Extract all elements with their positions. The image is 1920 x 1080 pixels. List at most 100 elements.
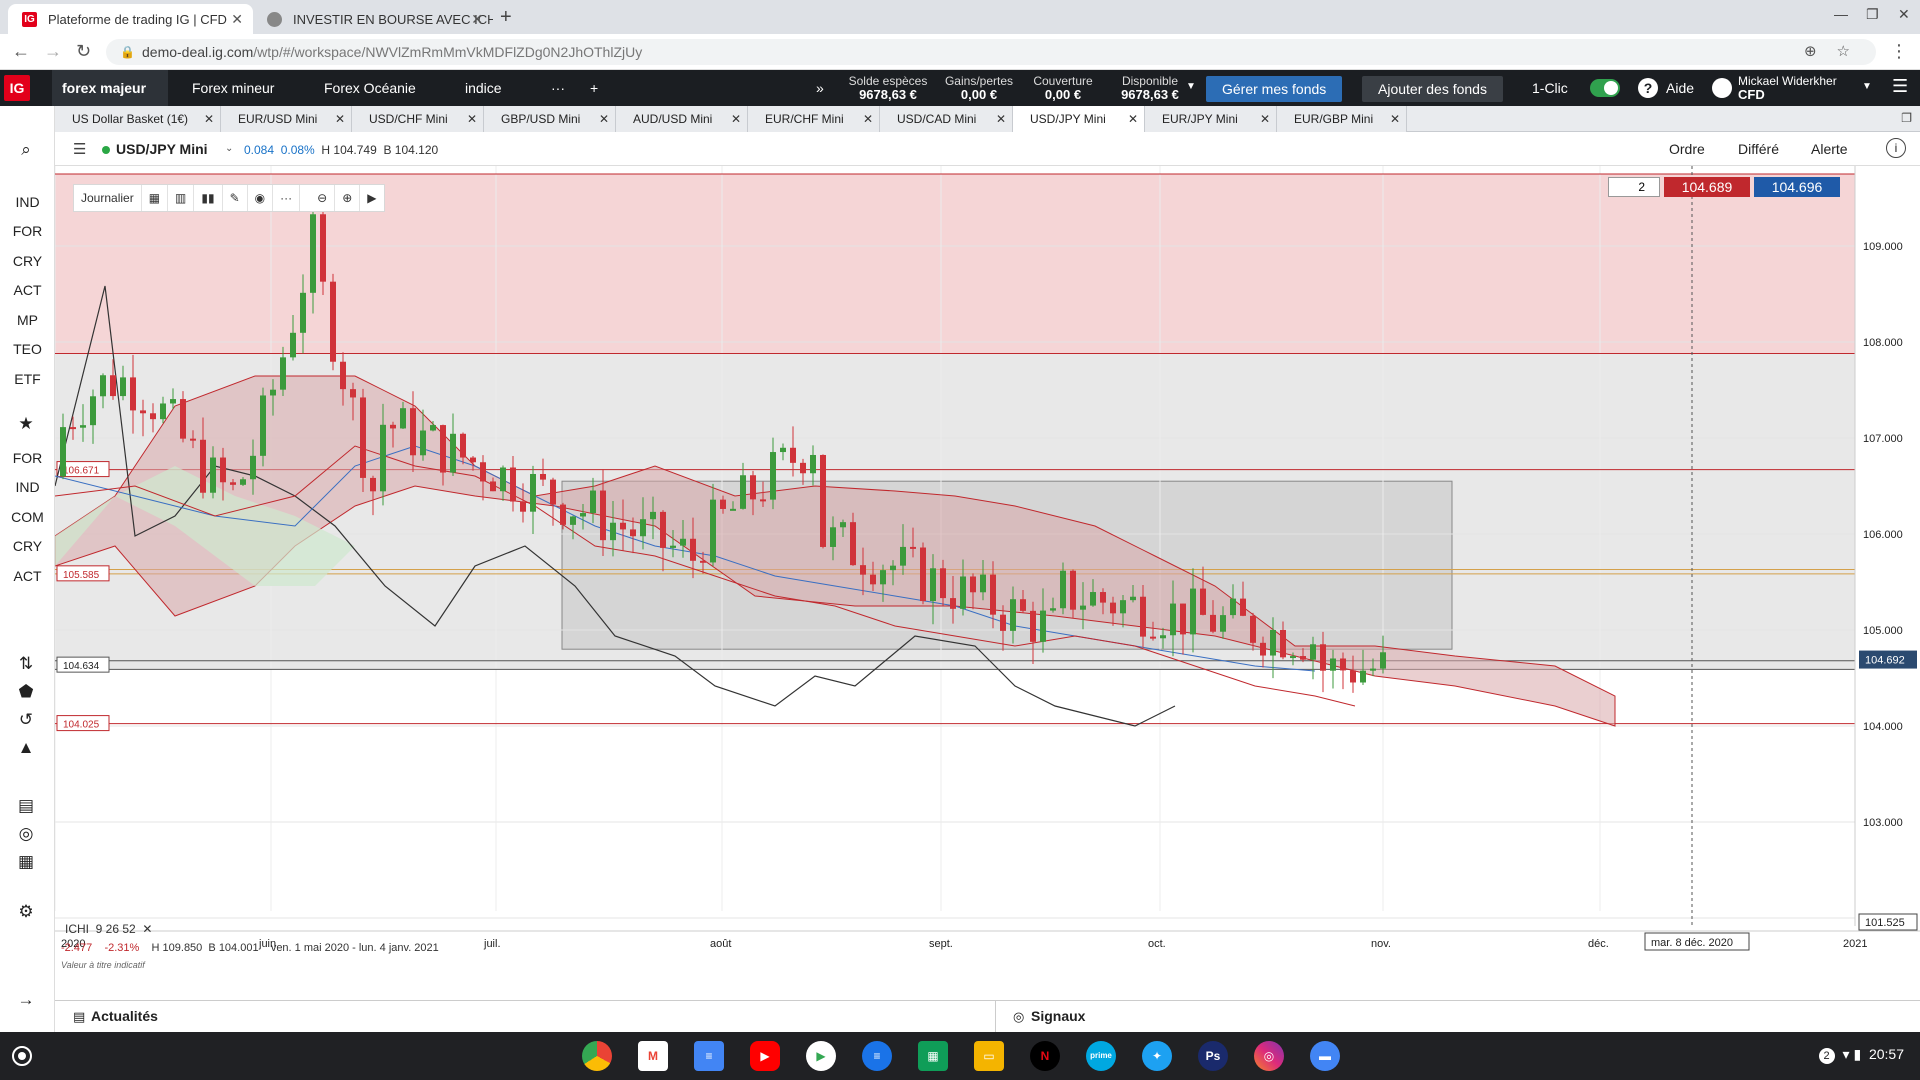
sell-button[interactable]: 104.689 <box>1664 177 1750 197</box>
prime-video-icon[interactable]: prime <box>1086 1041 1116 1071</box>
launcher-icon[interactable] <box>12 1046 32 1066</box>
positions-arrows-icon[interactable]: ⇅ <box>0 654 52 674</box>
order-link[interactable]: Ordre <box>1669 141 1705 157</box>
period-selector[interactable]: Journalier <box>74 185 142 211</box>
workspace-tab-forex-mineur[interactable]: Forex mineur <box>182 70 284 106</box>
rail-item[interactable]: FOR <box>0 223 55 239</box>
hamburger-menu-icon[interactable]: ☰ <box>73 140 86 158</box>
alert-link[interactable]: Alerte <box>1811 141 1848 157</box>
rail-item[interactable]: TEO <box>0 341 55 357</box>
market-tab[interactable]: US Dollar Basket (1€) ✕ <box>55 106 221 132</box>
market-tab[interactable]: EUR/JPY Mini ✕ <box>1145 106 1277 132</box>
messages-icon[interactable]: ≡ <box>862 1041 892 1071</box>
window-close-icon[interactable]: ✕ <box>1898 6 1910 23</box>
gear-icon[interactable]: ⚙ <box>0 902 52 922</box>
close-icon[interactable]: ✕ <box>863 106 873 132</box>
eye-icon[interactable]: ◉ <box>248 185 274 211</box>
add-workspace-icon[interactable]: + <box>580 70 608 106</box>
psx-icon[interactable]: Ps <box>1198 1041 1228 1071</box>
youtube-icon[interactable]: ▶ <box>750 1041 780 1071</box>
slides-icon[interactable]: ▭ <box>974 1041 1004 1071</box>
tag-icon[interactable]: ⬟ <box>0 682 52 702</box>
rail-fav-item[interactable]: IND <box>0 479 55 495</box>
market-tab[interactable]: EUR/USD Mini ✕ <box>221 106 352 132</box>
close-icon[interactable]: ✕ <box>335 106 345 132</box>
user-avatar-icon[interactable] <box>1712 78 1732 98</box>
browser-tab-ig[interactable]: IG Plateforme de trading IG | CFD ✕ <box>8 4 253 34</box>
info-icon[interactable]: i <box>1886 138 1906 158</box>
close-icon[interactable]: ✕ <box>471 11 483 28</box>
gmail-icon[interactable]: M <box>638 1041 668 1071</box>
rail-item[interactable]: CRY <box>0 253 55 269</box>
star-icon[interactable]: ★ <box>0 414 52 434</box>
files-icon[interactable]: ▬ <box>1310 1041 1340 1071</box>
zoom-and-star-icons[interactable]: ⊕☆ <box>1804 42 1870 60</box>
browser-tab-investir[interactable]: INVESTIR EN BOURSE AVEC ICH ✕ <box>253 4 493 34</box>
rail-item[interactable]: IND <box>0 194 55 210</box>
rail-fav-item[interactable]: COM <box>0 509 55 525</box>
instagram-icon[interactable]: ◎ <box>1254 1041 1284 1071</box>
news-section[interactable]: Actualités <box>91 1008 158 1024</box>
market-tab[interactable]: USD/CHF Mini ✕ <box>352 106 484 132</box>
sheets-icon[interactable]: ▦ <box>918 1041 948 1071</box>
help-icon[interactable]: ? <box>1638 78 1658 98</box>
rail-fav-item[interactable]: ACT <box>0 568 55 584</box>
account-available[interactable]: Disponible 9678,63 € <box>1106 74 1194 102</box>
minimize-icon[interactable]: — <box>1834 6 1848 22</box>
close-icon[interactable]: ✕ <box>231 11 243 28</box>
rail-fav-item[interactable]: CRY <box>0 538 55 554</box>
indicators-icon[interactable]: ▮▮ <box>194 185 223 211</box>
chevron-down-icon[interactable]: ▼ <box>1862 81 1872 92</box>
draw-pencil-icon[interactable]: ✎ <box>223 185 248 211</box>
market-tab[interactable]: EUR/CHF Mini ✕ <box>748 106 880 132</box>
deferred-order-link[interactable]: Différé <box>1738 141 1779 157</box>
indicator-legend[interactable]: ICHI 9 26 52 ✕ <box>65 922 152 936</box>
zoom-out-icon[interactable]: ⊖ <box>310 185 336 211</box>
market-tab[interactable]: GBP/USD Mini ✕ <box>484 106 616 132</box>
system-tray[interactable]: 2 ▾ ▮ 20:57 <box>1818 1046 1904 1064</box>
market-tab-active[interactable]: USD/JPY Mini ✕ <box>1013 106 1145 132</box>
chevron-down-icon[interactable]: ⌄ <box>225 143 233 154</box>
news-icon[interactable]: ▤ <box>0 796 52 816</box>
help-link[interactable]: Aide <box>1656 70 1704 106</box>
browser-menu-icon[interactable]: ⋮ <box>1890 41 1908 62</box>
new-tab-plus-icon[interactable]: + <box>500 6 512 29</box>
play-store-icon[interactable]: ▶ <box>806 1041 836 1071</box>
signals-section[interactable]: Signaux <box>1031 1008 1085 1024</box>
add-funds-button[interactable]: Ajouter des fonds <box>1362 76 1503 102</box>
grid-menu-icon[interactable]: ☰ <box>1892 76 1908 97</box>
close-icon[interactable]: ✕ <box>1260 106 1270 132</box>
twitter-icon[interactable]: ✦ <box>1142 1041 1172 1071</box>
rail-item[interactable]: ETF <box>0 371 55 387</box>
restore-icon[interactable]: ❐ <box>1866 6 1879 23</box>
rail-fav-item[interactable]: FOR <box>0 450 55 466</box>
search-icon[interactable]: ⌕ <box>0 140 52 160</box>
calendar-range-icon[interactable]: ▦ <box>142 185 169 211</box>
buy-button[interactable]: 104.696 <box>1754 177 1840 197</box>
back-arrow-icon[interactable]: ← <box>12 41 30 62</box>
netflix-icon[interactable]: N <box>1030 1041 1060 1071</box>
docs-icon[interactable]: ≡ <box>694 1041 724 1071</box>
reload-icon[interactable]: ↻ <box>76 41 91 62</box>
workspace-tab-indice[interactable]: indice <box>455 70 512 106</box>
market-tab[interactable]: USD/CAD Mini ✕ <box>880 106 1013 132</box>
chrome-icon[interactable] <box>582 1041 612 1071</box>
double-chevron-icon[interactable]: » <box>806 70 834 106</box>
rail-item[interactable]: ACT <box>0 282 55 298</box>
price-chart[interactable]: 106.671 105.585 104.634 104.025 109.000 108.0… <box>55 166 1920 1000</box>
close-icon[interactable]: ✕ <box>996 106 1006 132</box>
close-icon[interactable]: ✕ <box>1128 106 1138 132</box>
manage-funds-button[interactable]: Gérer mes fonds <box>1206 76 1343 102</box>
rail-item[interactable]: MP <box>0 312 55 328</box>
forward-arrow-icon[interactable]: → <box>44 41 62 62</box>
expand-arrow-icon[interactable]: → <box>0 990 52 1010</box>
close-icon[interactable]: ✕ <box>204 106 214 132</box>
close-icon[interactable]: ✕ <box>599 106 609 132</box>
zoom-in-icon[interactable]: ⊕ <box>335 185 361 211</box>
chevron-down-icon[interactable]: ▼ <box>1186 81 1196 92</box>
workspace-tab-forex-majeur[interactable]: forex majeur ▼ <box>52 70 168 132</box>
close-icon[interactable]: ✕ <box>467 106 477 132</box>
history-icon[interactable]: ↺ <box>0 710 52 730</box>
one-click-toggle[interactable] <box>1590 79 1620 97</box>
warning-icon[interactable]: ▲ <box>0 738 52 758</box>
